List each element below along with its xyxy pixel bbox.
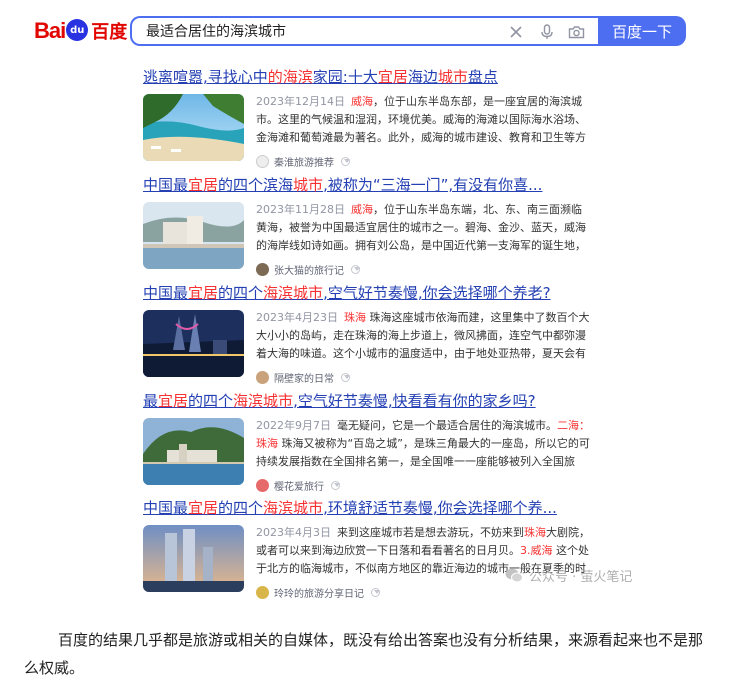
result-snippet: 2023年11月28日 威海，位于山东半岛东端，北、东、南三面濒临黄海，被誉为中国… <box>256 201 591 255</box>
keyword-highlight: 珠海 <box>344 311 366 324</box>
text-segment: ,空气好节奏慢,快看看有你的家乡吗? <box>293 392 536 410</box>
keyword-highlight: 珠海 <box>524 526 546 539</box>
text-segment: 的四个 <box>218 284 264 302</box>
watermark-text: 公众号 · 萤火笔记 <box>529 570 633 585</box>
result-source[interactable]: 樱花爱旅行 <box>256 478 340 493</box>
result-title-link[interactable]: 中国最宜居的四个海滨城市,环境舒适节奏慢,你会选择哪个养... <box>143 497 593 519</box>
text-segment: 珠海又被称为“百岛之城”，是珠三角最大的一座岛，所以它的可持续发展指数在全国排名… <box>256 437 590 468</box>
result-source[interactable]: 张大猫的旅行记 <box>256 262 360 277</box>
text-segment: 的四个 <box>218 499 264 517</box>
result-thumbnail[interactable] <box>143 418 244 485</box>
keyword-highlight: 宜居 <box>188 499 219 517</box>
source-avatar <box>256 155 269 168</box>
result-date: 2022年9月7日 <box>256 419 331 432</box>
result-date: 2023年11月28日 <box>256 203 345 216</box>
text-segment: 中国最 <box>143 284 189 302</box>
keyword-highlight: 城市 <box>437 68 468 86</box>
wechat-watermark: 公众号 · 萤火笔记 <box>505 566 632 585</box>
keyword-highlight: 威海 <box>351 203 373 216</box>
source-avatar <box>256 479 269 492</box>
keyword-highlight: 宜居 <box>188 176 219 194</box>
logo-du-text: 百度 <box>91 22 128 43</box>
result-thumbnail[interactable] <box>143 94 244 161</box>
keyword-highlight: 海滨城市 <box>263 499 324 517</box>
result-snippet: 2022年9月7日 毫无疑问，它是一个最适合居住的海滨城市。二海：珠海 珠海又被称… <box>256 417 591 471</box>
chevron-down-icon[interactable] <box>341 157 350 166</box>
chevron-down-icon[interactable] <box>371 588 380 597</box>
search-box <box>130 16 598 46</box>
text-segment: 的四个滨海 <box>218 176 294 194</box>
keyword-highlight: 城市 <box>293 176 324 194</box>
text-segment: ,环境舒适节奏慢,你会选择哪个养... <box>323 499 557 517</box>
source-avatar <box>256 263 269 276</box>
keyword-highlight: 海滨城市 <box>263 284 324 302</box>
camera-icon[interactable] <box>566 22 586 42</box>
source-name: 玲玲的旅游分享日记 <box>274 589 364 600</box>
baidu-logo[interactable]: Bai du 百度 <box>34 14 127 48</box>
keyword-highlight: 宜居 <box>377 68 408 86</box>
source-name: 樱花爱旅行 <box>274 482 324 493</box>
source-name: 张大猫的旅行记 <box>274 266 344 277</box>
paw-icon: du <box>66 19 89 41</box>
close-icon[interactable] <box>506 22 526 42</box>
search-input[interactable] <box>144 22 488 40</box>
text-segment: 家园:十大 <box>312 68 378 86</box>
keyword-highlight: 威海 <box>351 95 373 108</box>
keyword-highlight: 宜居 <box>158 392 189 410</box>
text-segment: 的四个 <box>188 392 234 410</box>
result-thumbnail[interactable] <box>143 310 244 377</box>
text-segment: 中国最 <box>143 176 189 194</box>
search-button[interactable]: 百度一下 <box>598 16 686 46</box>
result-snippet: 2023年12月14日 威海，位于山东半岛东部，是一座宜居的海滨城市。这里的气候温… <box>256 93 591 147</box>
result-source[interactable]: 隔壁家的日常 <box>256 370 350 385</box>
result-title-link[interactable]: 中国最宜居的四个滨海城市,被称为“三海一门”,有没有你喜... <box>143 174 593 196</box>
result-source[interactable]: 玲玲的旅游分享日记 <box>256 585 380 600</box>
search-result: 中国最宜居的四个海滨城市,空气好节奏慢,你会选择哪个养老? 2023年4月23日… <box>143 282 593 398</box>
microphone-icon[interactable] <box>537 22 557 42</box>
result-title-link[interactable]: 逃离喧嚣,寻找心中的海滨家园:十大宜居海边城市盘点 <box>143 66 593 88</box>
chevron-down-icon[interactable] <box>341 373 350 382</box>
result-date: 2023年4月3日 <box>256 526 331 539</box>
text-segment: ,被称为“三海一门”,有没有你喜... <box>323 176 543 194</box>
result-date: 2023年12月14日 <box>256 95 345 108</box>
source-name: 秦淮旅游推荐 <box>274 158 334 169</box>
source-name: 隔壁家的日常 <box>274 374 334 385</box>
keyword-highlight: 宜居 <box>188 284 219 302</box>
result-snippet: 2023年4月23日 珠海 珠海这座城市依海而建，这里集中了数百个大大小小的岛屿，… <box>256 309 591 363</box>
wechat-icon <box>505 568 523 583</box>
search-result: 最宜居的四个海滨城市,空气好节奏慢,快看看有你的家乡吗? 2022年9月7日 毫无… <box>143 390 593 506</box>
text-segment: 海边 <box>407 68 438 86</box>
text-segment: 最 <box>143 392 159 410</box>
article-paragraph: 百度的结果几乎都是旅游或相关的自媒体，既没有给出答案也没有分析结果，来源看起来也… <box>24 631 704 677</box>
text-segment: 来到这座城市若是想去游玩，不妨来到 <box>337 526 524 539</box>
result-date: 2023年4月23日 <box>256 311 338 324</box>
text-segment: ,空气好节奏慢,你会选择哪个养老? <box>323 284 551 302</box>
result-thumbnail[interactable] <box>143 202 244 269</box>
text-segment: 毫无疑问，它是一个最适合居住的海滨城市。 <box>337 419 557 432</box>
search-result: 中国最宜居的四个滨海城市,被称为“三海一门”,有没有你喜... 2023年11月… <box>143 174 593 290</box>
keyword-highlight: 的海滨 <box>267 68 313 86</box>
chevron-down-icon[interactable] <box>351 265 360 274</box>
keyword-highlight: 3.威海 <box>520 544 553 557</box>
text-segment: 中国最 <box>143 499 189 517</box>
result-title-link[interactable]: 中国最宜居的四个海滨城市,空气好节奏慢,你会选择哪个养老? <box>143 282 593 304</box>
source-avatar <box>256 586 269 599</box>
source-avatar <box>256 371 269 384</box>
search-result: 中国最宜居的四个海滨城市,环境舒适节奏慢,你会选择哪个养... 2023年4月3… <box>143 497 593 613</box>
result-title-link[interactable]: 最宜居的四个海滨城市,空气好节奏慢,快看看有你的家乡吗? <box>143 390 593 412</box>
result-thumbnail[interactable] <box>143 525 244 592</box>
page: Bai du 百度 百度一下 逃离喧嚣,寻找心中的海滨家园:十大宜居海边城市盘点 <box>0 0 737 692</box>
logo-bai-text: Bai <box>34 18 66 43</box>
text-segment: 盘点 <box>467 68 498 86</box>
search-result: 逃离喧嚣,寻找心中的海滨家园:十大宜居海边城市盘点 2023年12月14日 威海，… <box>143 66 593 182</box>
result-source[interactable]: 秦淮旅游推荐 <box>256 154 350 169</box>
keyword-highlight: 海滨城市 <box>233 392 294 410</box>
text-segment: 逃离喧嚣,寻找心中 <box>143 68 268 86</box>
chevron-down-icon[interactable] <box>331 481 340 490</box>
